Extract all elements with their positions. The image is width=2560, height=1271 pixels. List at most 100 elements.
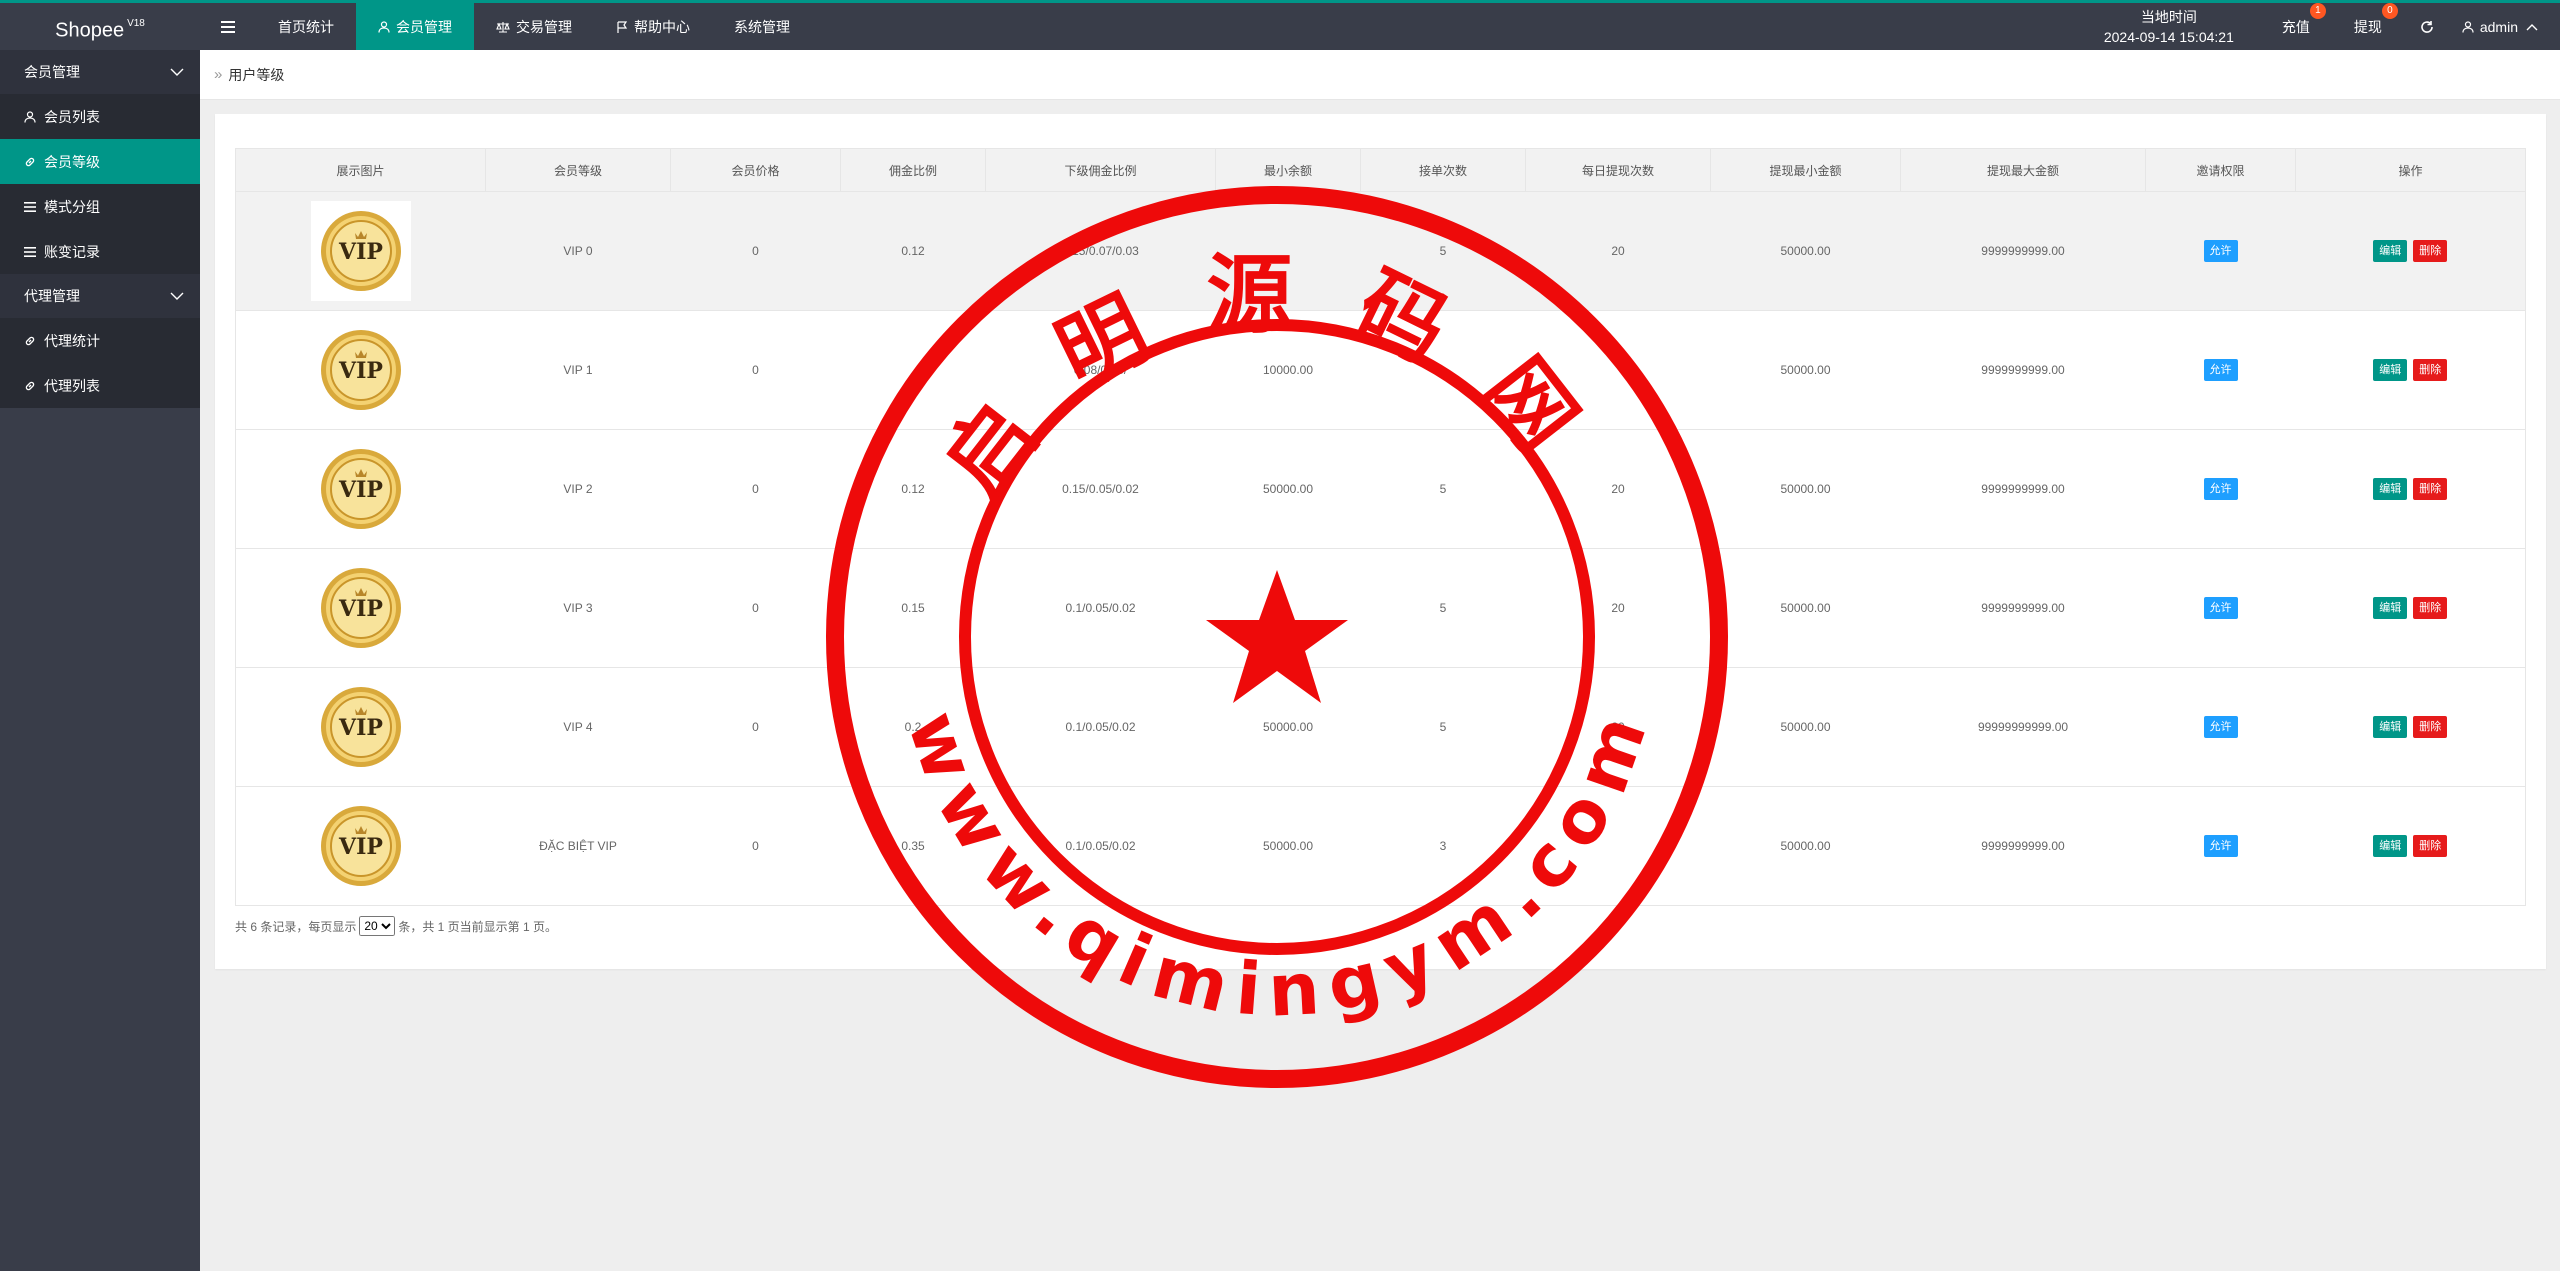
header-right: 当地时间 2024-09-14 15:04:21 充值 1 提现 0 admin: [2078, 3, 2560, 50]
cell-withdraw-max: 9999999999.00: [1900, 429, 2146, 549]
logo[interactable]: Shopee V18: [0, 3, 200, 50]
vip-image: VIP: [310, 201, 411, 301]
allow-button[interactable]: 允许: [2203, 359, 2238, 381]
allow-button[interactable]: 允许: [2203, 478, 2238, 500]
logo-text: Shopee: [55, 19, 125, 42]
sidebar-item-member-list[interactable]: 会员列表: [0, 94, 200, 139]
allow-button[interactable]: 允许: [2203, 240, 2238, 262]
nav-system-management[interactable]: 系统管理: [712, 3, 812, 50]
cell-price: 0: [670, 310, 841, 430]
edit-button[interactable]: 编辑: [2373, 716, 2408, 738]
edit-button[interactable]: 编辑: [2373, 240, 2408, 262]
cell-price: 0: [670, 191, 841, 311]
cell-commission: 0.12: [840, 429, 986, 549]
edit-button[interactable]: 编辑: [2373, 478, 2408, 500]
cell-invite: 允许: [2145, 786, 2296, 906]
cell-withdraw-min: 50000.00: [1710, 786, 1901, 906]
nav-home-stats[interactable]: 首页统计: [256, 3, 356, 50]
sidebar: 会员管理 会员列表 会员等级 模式分组 账变记录 代理管理 代理统计 代理列表: [0, 50, 200, 1271]
cell-sub-commission: 0.15/0.07/0.03: [985, 191, 1216, 311]
refresh-icon[interactable]: [2404, 3, 2450, 50]
svg-text:VIP: VIP: [338, 477, 383, 503]
delete-button[interactable]: 删除: [2413, 835, 2448, 857]
cell-withdraw-min: 50000.00: [1710, 191, 1901, 311]
nav-trade-management[interactable]: 交易管理: [474, 3, 594, 50]
time-label: 当地时间: [2140, 8, 2197, 25]
nav-help-center[interactable]: 帮助中心: [594, 3, 712, 50]
breadcrumb: » 用户等级: [200, 50, 2560, 100]
link-icon: [24, 156, 38, 168]
list-icon: [24, 201, 38, 213]
recharge-button[interactable]: 充值 1: [2260, 3, 2332, 50]
cell-level: VIP 3: [485, 548, 671, 668]
member-level-table: 展示图片 会员等级 会员价格 佣金比例 下级佣金比例 最小余额 接单次数 每日提…: [235, 148, 2526, 906]
col-header-daily-withdraw: 每日提现次数: [1525, 148, 1711, 192]
allow-button[interactable]: 允许: [2203, 597, 2238, 619]
admin-name: admin: [2479, 18, 2518, 35]
delete-button[interactable]: 删除: [2413, 716, 2448, 738]
cell-image: VIP: [235, 548, 486, 668]
sidebar-group-agent[interactable]: 代理管理: [0, 274, 200, 318]
withdraw-badge: 0: [2381, 3, 2398, 19]
per-page-select[interactable]: 20: [359, 916, 396, 936]
cell-actions: 编辑 删除: [2295, 429, 2526, 549]
withdraw-button[interactable]: 提现 0: [2332, 3, 2404, 50]
sidebar-item-agent-stats[interactable]: 代理统计: [0, 318, 200, 363]
cell-image: VIP: [235, 191, 486, 311]
col-header-withdraw-min: 提现最小金额: [1710, 148, 1901, 192]
cell-invite: 允许: [2145, 191, 2296, 311]
logo-version: V18: [127, 18, 145, 29]
cell-withdraw-max: 9999999999.00: [1900, 191, 2146, 311]
delete-button[interactable]: 删除: [2413, 240, 2448, 262]
sidebar-item-agent-list[interactable]: 代理列表: [0, 363, 200, 408]
cell-min-balance: [1215, 191, 1361, 311]
svg-text:VIP: VIP: [338, 596, 383, 622]
cell-invite: 允许: [2145, 310, 2296, 430]
admin-menu[interactable]: admin: [2450, 3, 2560, 50]
svg-text:VIP: VIP: [338, 358, 383, 384]
sidebar-item-account-log[interactable]: 账变记录: [0, 229, 200, 274]
sidebar-item-member-level[interactable]: 会员等级: [0, 139, 200, 184]
sidebar-item-mode-group[interactable]: 模式分组: [0, 184, 200, 229]
pager-suffix: 条，共 1 页当前显示第 1 页。: [398, 919, 558, 934]
cell-orders: [1360, 310, 1526, 430]
col-header-min-balance: 最小余额: [1215, 148, 1361, 192]
breadcrumb-current: 用户等级: [228, 66, 285, 83]
edit-button[interactable]: 编辑: [2373, 359, 2408, 381]
user-icon: [378, 20, 390, 33]
cell-orders: 5: [1360, 191, 1526, 311]
edit-button[interactable]: 编辑: [2373, 597, 2408, 619]
vip-image: VIP: [310, 677, 411, 777]
vip-badge-icon: VIP: [320, 687, 401, 767]
time-value: 2024-09-14 15:04:21: [2103, 28, 2234, 45]
table-header-row: 展示图片 会员等级 会员价格 佣金比例 下级佣金比例 最小余额 接单次数 每日提…: [235, 148, 2526, 192]
cell-daily-withdraw: 20: [1525, 667, 1711, 787]
cell-min-balance: 10000.00: [1215, 310, 1361, 430]
cell-image: VIP: [235, 667, 486, 787]
pagination: 共 6 条记录，每页显示 20 条，共 1 页当前显示第 1 页。: [235, 916, 557, 936]
sidebar-group-member[interactable]: 会员管理: [0, 50, 200, 94]
cell-image: VIP: [235, 310, 486, 430]
vip-badge-icon: VIP: [320, 449, 401, 529]
cell-commission: 0.12: [840, 191, 986, 311]
nav-label: 交易管理: [516, 18, 572, 35]
delete-button[interactable]: 删除: [2413, 359, 2448, 381]
cell-level: VIP 0: [485, 191, 671, 311]
cell-sub-commission: 0.08/0.05/: [985, 310, 1216, 430]
nav-label: 帮助中心: [634, 18, 690, 35]
svg-text:VIP: VIP: [338, 834, 383, 860]
menu-toggle-icon[interactable]: [200, 3, 256, 50]
edit-button[interactable]: 编辑: [2373, 835, 2408, 857]
cell-commission: [840, 310, 986, 430]
cell-sub-commission: 0.15/0.05/0.02: [985, 429, 1216, 549]
vip-image: VIP: [310, 439, 411, 539]
top-nav: 首页统计 会员管理 交易管理 帮助中心 系统管理: [200, 3, 812, 50]
allow-button[interactable]: 允许: [2203, 835, 2238, 857]
cell-actions: 编辑 删除: [2295, 548, 2526, 668]
table-body: VIP VIP 0 0 0.12 0.15/0.07/0.03 5 20 500…: [235, 191, 2526, 906]
delete-button[interactable]: 删除: [2413, 478, 2448, 500]
nav-label: 会员管理: [396, 18, 452, 35]
nav-member-management[interactable]: 会员管理: [356, 3, 474, 50]
delete-button[interactable]: 删除: [2413, 597, 2448, 619]
allow-button[interactable]: 允许: [2203, 716, 2238, 738]
